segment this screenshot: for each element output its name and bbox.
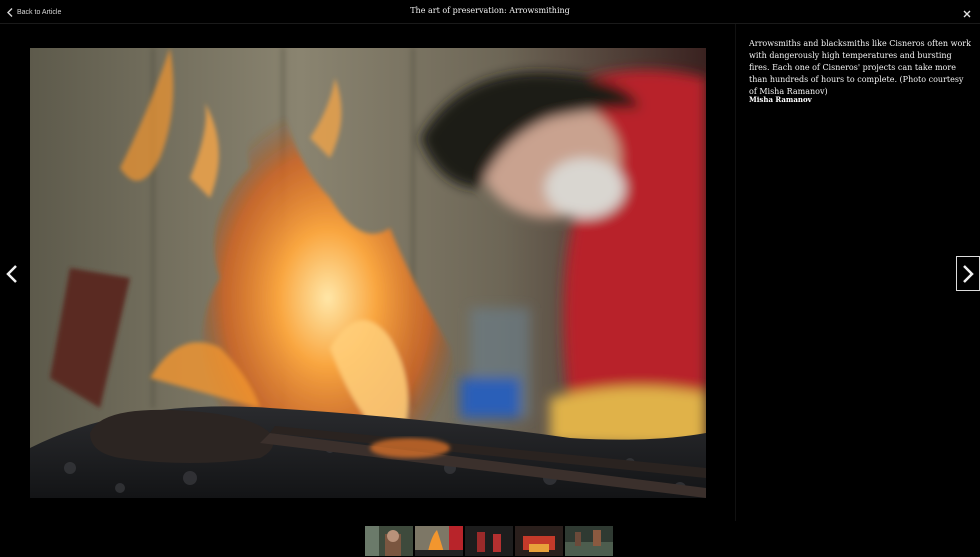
- thumbnail-3[interactable]: [465, 526, 513, 556]
- thumbnail-image: [565, 526, 613, 556]
- forge-photo-image: [30, 48, 706, 498]
- photo-credit: Misha Ramanov: [749, 95, 812, 104]
- thumbnail-image: [365, 526, 413, 556]
- next-photo-button[interactable]: [956, 256, 980, 291]
- thumbnail-2[interactable]: [415, 526, 463, 556]
- previous-photo-button[interactable]: [2, 262, 22, 286]
- thumbnail-4[interactable]: [515, 526, 563, 556]
- thumbnail-list: [365, 526, 613, 556]
- thumbnail-image: [465, 526, 513, 556]
- chevron-right-icon: [963, 264, 974, 283]
- top-bar: Back to Article The art of preservation:…: [0, 0, 980, 24]
- close-button[interactable]: [961, 5, 973, 18]
- photo-caption: Arrowsmiths and blacksmiths like Cisnero…: [749, 39, 971, 96]
- thumbnail-image: [415, 526, 463, 556]
- close-icon: [963, 10, 971, 18]
- thumbnail-5[interactable]: [565, 526, 613, 556]
- thumbnail-strip: [0, 521, 980, 557]
- gallery-title: The art of preservation: Arrowsmithing: [410, 6, 570, 15]
- photo-stage: [0, 24, 736, 521]
- thumbnail-1[interactable]: [365, 526, 413, 556]
- thumbnail-image: [515, 526, 563, 556]
- chevron-left-icon: [6, 265, 17, 283]
- main-photo: [30, 48, 706, 498]
